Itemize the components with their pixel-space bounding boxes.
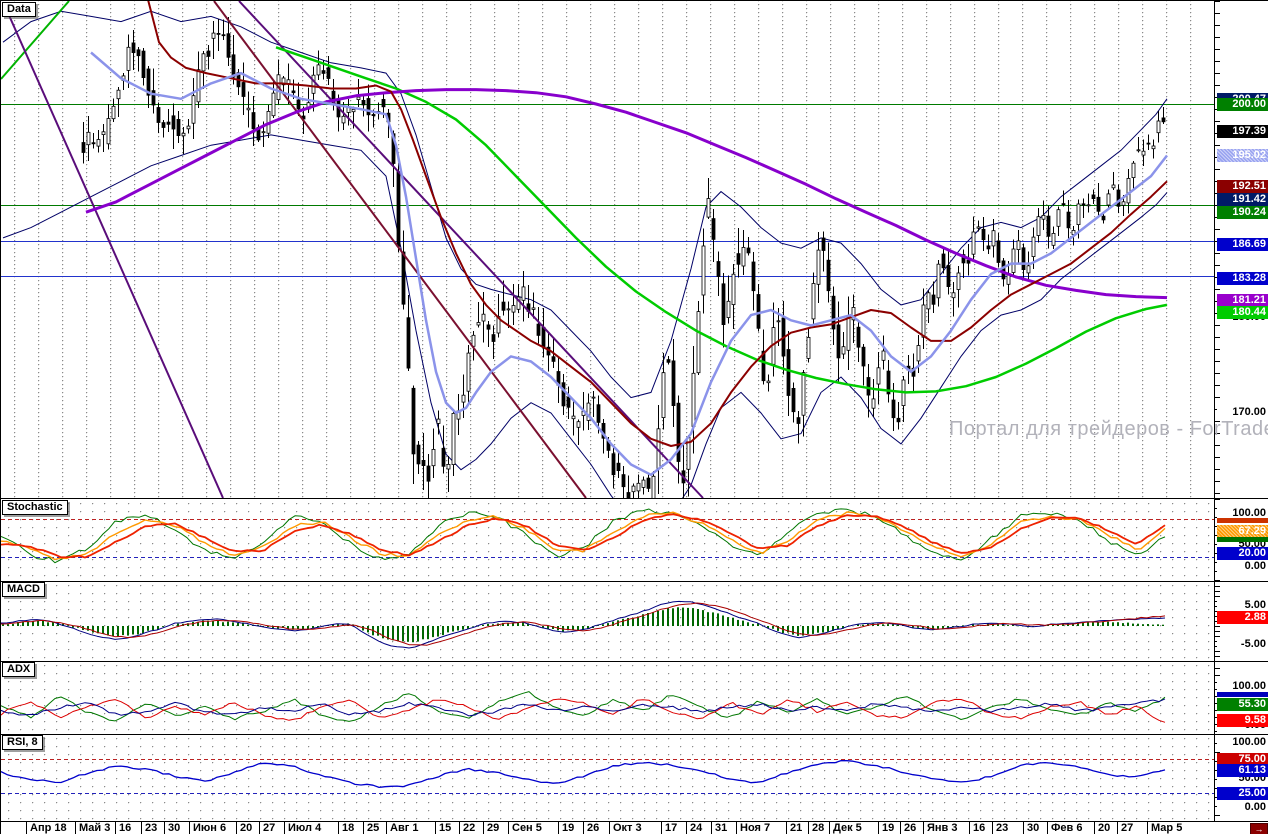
scale-label-61.13: 61.13 bbox=[1217, 764, 1268, 777]
stochastic-panel-label[interactable]: Stochastic bbox=[2, 500, 68, 515]
time-label-26: 26 bbox=[583, 822, 599, 834]
macd-panel-label[interactable]: MACD bbox=[2, 582, 45, 597]
time-label-26: 26 bbox=[900, 822, 916, 834]
scale-label-0.00: 0.00 bbox=[1217, 801, 1268, 814]
time-label-Авг 1: Авг 1 bbox=[386, 822, 418, 834]
time-label-16: 16 bbox=[969, 822, 985, 834]
scale-label-25.00: 25.00 bbox=[1217, 787, 1268, 800]
macd-plot[interactable] bbox=[1, 581, 1214, 661]
time-label-18: 18 bbox=[338, 822, 354, 834]
time-label-Фев 6: Фев 6 bbox=[1047, 822, 1082, 834]
time-label-27: 27 bbox=[259, 822, 275, 834]
right-arrow-icon: → bbox=[1255, 824, 1264, 834]
time-label-28: 28 bbox=[808, 822, 824, 834]
scale-label-sliver bbox=[1217, 537, 1268, 542]
scale-label-180.44: 180.44 bbox=[1217, 306, 1268, 319]
price-chart-panel[interactable]: Портал для трейдеров - ForTrader.ru Data bbox=[1, 1, 1214, 499]
price-plot[interactable] bbox=[1, 1, 1214, 499]
panel-divider[interactable] bbox=[1, 734, 1268, 735]
scale-label-192.51: 192.51 bbox=[1217, 180, 1268, 193]
time-label-24: 24 bbox=[686, 822, 702, 834]
scale-label-100.00: 100.00 bbox=[1217, 736, 1268, 749]
scale-label-sliver bbox=[1217, 518, 1268, 523]
time-label-25: 25 bbox=[363, 822, 379, 834]
time-label-30: 30 bbox=[164, 822, 180, 834]
scale-label-sliver bbox=[1217, 692, 1268, 697]
stochastic-panel[interactable]: Stochastic bbox=[1, 499, 1214, 581]
scale-label-9.58: 9.58 bbox=[1217, 714, 1268, 727]
time-label-23: 23 bbox=[141, 822, 157, 834]
time-label-17: 17 bbox=[661, 822, 677, 834]
scale-label--5.00: -5.00 bbox=[1217, 638, 1268, 651]
scale-label-200.00: 200.00 bbox=[1217, 98, 1268, 111]
scale-label-186.69: 186.69 bbox=[1217, 238, 1268, 251]
time-label-Апр 18: Апр 18 bbox=[26, 822, 67, 834]
scale-label-197.39: 197.39 bbox=[1217, 125, 1268, 138]
time-label-Дек 5: Дек 5 bbox=[829, 822, 862, 834]
scale-label-55.30: 55.30 bbox=[1217, 698, 1268, 711]
adx-panel[interactable]: ADX bbox=[1, 661, 1214, 734]
time-label-21: 21 bbox=[786, 822, 802, 834]
time-label-29: 29 bbox=[483, 822, 499, 834]
time-label-31: 31 bbox=[711, 822, 727, 834]
scale-label-183.28: 183.28 bbox=[1217, 272, 1268, 285]
scale-label-190.24: 190.24 bbox=[1217, 206, 1268, 219]
scale-label-20.00: 20.00 bbox=[1217, 547, 1268, 560]
time-label-20: 20 bbox=[236, 822, 252, 834]
scale-label-100.00: 100.00 bbox=[1217, 680, 1268, 693]
time-label-19: 19 bbox=[878, 822, 894, 834]
main-panel-label[interactable]: Data bbox=[2, 2, 36, 17]
trading-terminal-chart: 200.47200.00197.39195.02192.51191.42190.… bbox=[0, 0, 1268, 834]
panel-divider[interactable] bbox=[1, 661, 1268, 662]
scale-label-2.88: 2.88 bbox=[1217, 611, 1268, 624]
scale-label-170.00: 170.00 bbox=[1217, 406, 1268, 419]
macd-panel[interactable]: MACD bbox=[1, 581, 1214, 661]
time-label-Ноя 7: Ноя 7 bbox=[736, 822, 770, 834]
time-label-23: 23 bbox=[992, 822, 1008, 834]
time-label-20: 20 bbox=[1094, 822, 1110, 834]
stochastic-plot[interactable] bbox=[1, 499, 1214, 581]
scale-label-191.42: 191.42 bbox=[1217, 193, 1268, 206]
adx-panel-label[interactable]: ADX bbox=[2, 662, 35, 677]
scale-label-195.02: 195.02 bbox=[1217, 149, 1268, 162]
time-label-Янв 3: Янв 3 bbox=[923, 822, 958, 834]
time-label-16: 16 bbox=[115, 822, 131, 834]
time-label-30: 30 bbox=[1023, 822, 1039, 834]
time-label-Мар 5: Мар 5 bbox=[1147, 822, 1182, 834]
time-label-Сен 5: Сен 5 bbox=[508, 822, 542, 834]
scale-label-67.29: 67.29 bbox=[1217, 525, 1268, 538]
scroll-to-end-button[interactable]: → bbox=[1250, 823, 1268, 834]
time-label-22: 22 bbox=[459, 822, 475, 834]
panel-divider[interactable] bbox=[1, 498, 1268, 499]
time-label-27: 27 bbox=[1117, 822, 1133, 834]
scale-label-0.00: 0.00 bbox=[1217, 560, 1268, 573]
price-scale-column[interactable]: 200.47200.00197.39195.02192.51191.42190.… bbox=[1214, 1, 1268, 821]
time-label-Окт 3: Окт 3 bbox=[609, 822, 642, 834]
time-label-19: 19 bbox=[558, 822, 574, 834]
rsi-panel[interactable]: RSI, 8 bbox=[1, 734, 1214, 821]
time-axis[interactable]: → Апр 18 Май 3 16 23 30 Июн 6 20 27 Июл 4 18 25 Авг… bbox=[1, 821, 1268, 834]
rsi-plot[interactable] bbox=[1, 734, 1214, 821]
time-label-Июн 6: Июн 6 bbox=[189, 822, 226, 834]
rsi-panel-label[interactable]: RSI, 8 bbox=[2, 735, 43, 750]
time-label-Июл 4: Июл 4 bbox=[284, 822, 321, 834]
time-label-15: 15 bbox=[435, 822, 451, 834]
adx-plot[interactable] bbox=[1, 661, 1214, 734]
time-label-Май 3: Май 3 bbox=[75, 822, 110, 834]
panel-divider[interactable] bbox=[1, 581, 1268, 582]
